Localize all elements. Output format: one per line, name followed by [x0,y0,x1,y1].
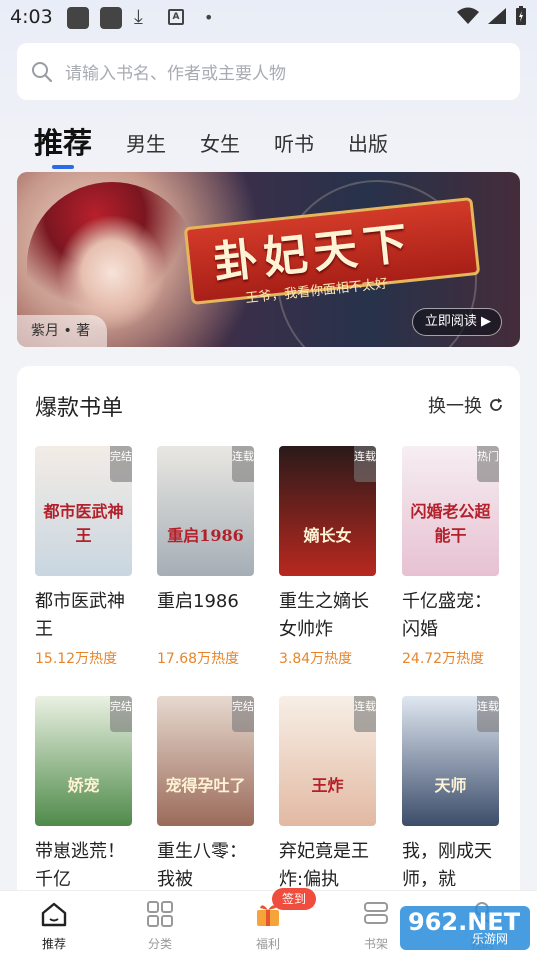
site-watermark: 962.NET 乐游网 [400,906,530,950]
book-item[interactable]: 天师 连载我，刚成天师，就 [402,696,502,898]
book-cover[interactable]: 宠得孕吐了 完结 [157,696,254,826]
book-item[interactable]: 娇宠 完结带崽逃荒！千亿 [35,696,135,898]
nav-category[interactable]: 分类 [120,901,200,952]
book-status-badge: 连载 [354,696,376,732]
signal-icon [488,8,506,24]
download-icon: ⤓ [134,4,143,28]
wifi-icon [457,7,479,24]
search-bar[interactable]: 请输入书名、作者或主要人物 [17,43,520,100]
status-time: 4:03 [10,6,53,28]
status-bar: 4:03 ⤓ A • [0,0,537,36]
book-title[interactable]: 我，刚成天师，就 [402,838,502,894]
book-cover-title: 嫡长女 [303,526,352,545]
notification-app-icon [100,7,122,29]
book-title[interactable]: 重生之嫡长女帅炸 [279,588,379,644]
book-cover[interactable]: 闪婚老公超能干 热门 [402,446,499,576]
signin-badge[interactable]: 签到 [272,888,317,910]
tab-recommend[interactable]: 推荐 [34,120,92,169]
book-cover-title: 宠得孕吐了 [165,776,246,795]
book-title[interactable]: 千亿盛宠：闪婚 [402,588,502,644]
book-cover-title: 天师 [434,776,467,795]
book-cover-title: 都市医武神王 [43,502,124,545]
book-status-badge: 完结 [110,446,132,482]
book-heat: 17.68万热度 [157,651,240,667]
book-cover-title: 王炸 [311,776,344,795]
book-status-badge: 连载 [354,446,376,482]
book-status-badge: 连载 [232,446,254,482]
book-status-badge: 热门 [477,446,499,482]
tab-male[interactable]: 男生 [126,128,166,166]
accessibility-icon: A [168,9,184,25]
tab-female[interactable]: 女生 [200,128,240,166]
book-heat: 24.72万热度 [402,651,485,667]
read-now-button[interactable]: 立即阅读 ▶ [411,308,502,336]
banner-author: 紫月 • 著 [17,315,107,347]
book-cover[interactable]: 王炸 连载 [279,696,376,826]
refresh-label: 换一换 [428,396,482,417]
search-input[interactable]: 请输入书名、作者或主要人物 [65,59,286,84]
book-item[interactable]: 嫡长女 连载重生之嫡长女帅炸 3.84万热度 [279,446,379,668]
book-item[interactable]: 王炸 连载弃妃竟是王炸:偏执 [279,696,379,898]
home-icon [41,902,67,927]
read-now-label: 立即阅读 [424,314,477,329]
refresh-icon [490,398,502,411]
battery-icon [516,6,526,25]
watermark-site: 乐游网 [472,932,509,946]
book-title[interactable]: 都市医武神王 [35,588,135,644]
book-item[interactable]: 宠得孕吐了 完结重生八零：我被 [157,696,257,898]
book-heat: 3.84万热度 [279,651,353,667]
book-cover-title: 闪婚老公超能干 [410,502,491,545]
bookshelf-icon [364,902,388,924]
book-item[interactable]: 重启1986 连载重启1986 17.68万热度 [157,446,257,668]
booklist-title: 爆款书单 [35,396,124,421]
book-cover[interactable]: 嫡长女 连载 [279,446,376,576]
play-arrow-icon: ▶ [481,314,491,329]
book-title[interactable]: 重启1986 [157,588,257,644]
featured-banner[interactable]: 卦妃天下 王爷，我看你面相不太好 紫月 • 著 立即阅读 ▶ [17,172,520,347]
booklist-card: 爆款书单 换一换 都市医武神王 完结 都市医武神王 15.12万热度 重启1986 连载重… [17,366,520,926]
book-title[interactable]: 带崽逃荒！千亿 [35,838,135,894]
nav-label: 推荐 [41,937,66,951]
book-status-badge: 完结 [232,696,254,732]
book-cover-title: 重启1986 [167,526,244,545]
book-cover[interactable]: 重启1986 连载 [157,446,254,576]
refresh-button[interactable]: 换一换 [428,392,504,418]
nav-label: 福利 [255,937,280,951]
book-title[interactable]: 弃妃竟是王炸:偏执 [279,838,379,894]
nav-label: 分类 [147,937,172,951]
notification-app-icon [67,7,89,29]
book-status-badge: 完结 [110,696,132,732]
book-cover[interactable]: 娇宠 完结 [35,696,132,826]
grid-icon [147,901,173,927]
tab-audiobook[interactable]: 听书 [274,128,314,166]
book-cover[interactable]: 都市医武神王 完结 [35,446,132,576]
category-tabs: 推荐 男生 女生 听书 出版 [34,116,422,169]
book-item[interactable]: 都市医武神王 完结都市医武神王 15.12万热度 [35,446,135,668]
more-notifications-icon: • [204,8,214,27]
book-item[interactable]: 闪婚老公超能干 热门千亿盛宠：闪婚 24.72万热度 [402,446,502,668]
book-status-badge: 连载 [477,696,499,732]
book-title[interactable]: 重生八零：我被 [157,838,257,894]
nav-recommend[interactable]: 推荐 [14,901,94,952]
book-cover-title: 娇宠 [67,776,100,795]
book-cover[interactable]: 天师 连载 [402,696,499,826]
book-heat: 15.12万热度 [35,651,118,667]
search-icon [32,61,53,82]
tab-publishing[interactable]: 出版 [348,128,388,166]
